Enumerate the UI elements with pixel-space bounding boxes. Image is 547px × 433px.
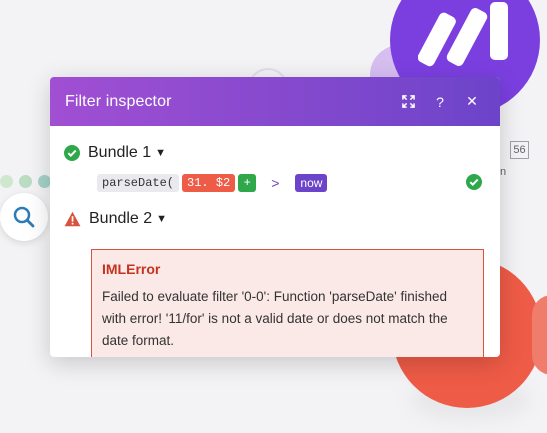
- variable-chip: 31. $2: [182, 174, 236, 192]
- filter-inspector-panel: Filter inspector ? ✕ Bundle 1 ▼ parseDat…: [50, 77, 500, 357]
- search-icon: [13, 206, 35, 228]
- operator: >: [271, 175, 280, 191]
- warning-icon: [64, 211, 81, 227]
- expand-button[interactable]: [394, 88, 422, 116]
- success-check-icon: [466, 174, 482, 190]
- bundle-1-header[interactable]: Bundle 1 ▼: [64, 140, 486, 166]
- error-module-edge: [532, 295, 547, 375]
- module-label-fragment: n: [500, 166, 507, 178]
- caret-down-icon: ▼: [156, 213, 168, 225]
- error-box: IMLError Failed to evaluate filter '0-0'…: [91, 249, 484, 357]
- caret-down-icon: ▼: [155, 147, 167, 159]
- expand-icon: [401, 95, 415, 108]
- success-check-icon: [64, 145, 80, 161]
- bundle-2-header[interactable]: Bundle 2 ▼: [64, 206, 486, 232]
- error-message: Failed to evaluate filter '0-0': Functio…: [102, 289, 448, 348]
- panel-body: Bundle 1 ▼ parseDate( 31. $2 + > now Bun…: [50, 126, 500, 357]
- make-logo-icon: [418, 2, 508, 67]
- operation-count-badge: 56: [510, 141, 529, 159]
- close-button[interactable]: ✕: [458, 88, 486, 116]
- error-title: IMLError: [102, 261, 161, 277]
- bundle-label: Bundle 2: [89, 210, 153, 227]
- bundle-label: Bundle 1: [88, 144, 152, 161]
- filter-expression: parseDate( 31. $2 + > now: [97, 172, 486, 194]
- filter-node[interactable]: [0, 193, 48, 241]
- help-button[interactable]: ?: [426, 88, 454, 116]
- connector-dot: [0, 175, 13, 188]
- plus-chip: +: [238, 174, 257, 192]
- connector-dot: [19, 175, 32, 188]
- panel-header: Filter inspector ? ✕: [50, 77, 500, 126]
- function-chip: parseDate(: [97, 174, 180, 192]
- keyword-chip: now: [295, 174, 328, 192]
- panel-title: Filter inspector: [65, 92, 172, 110]
